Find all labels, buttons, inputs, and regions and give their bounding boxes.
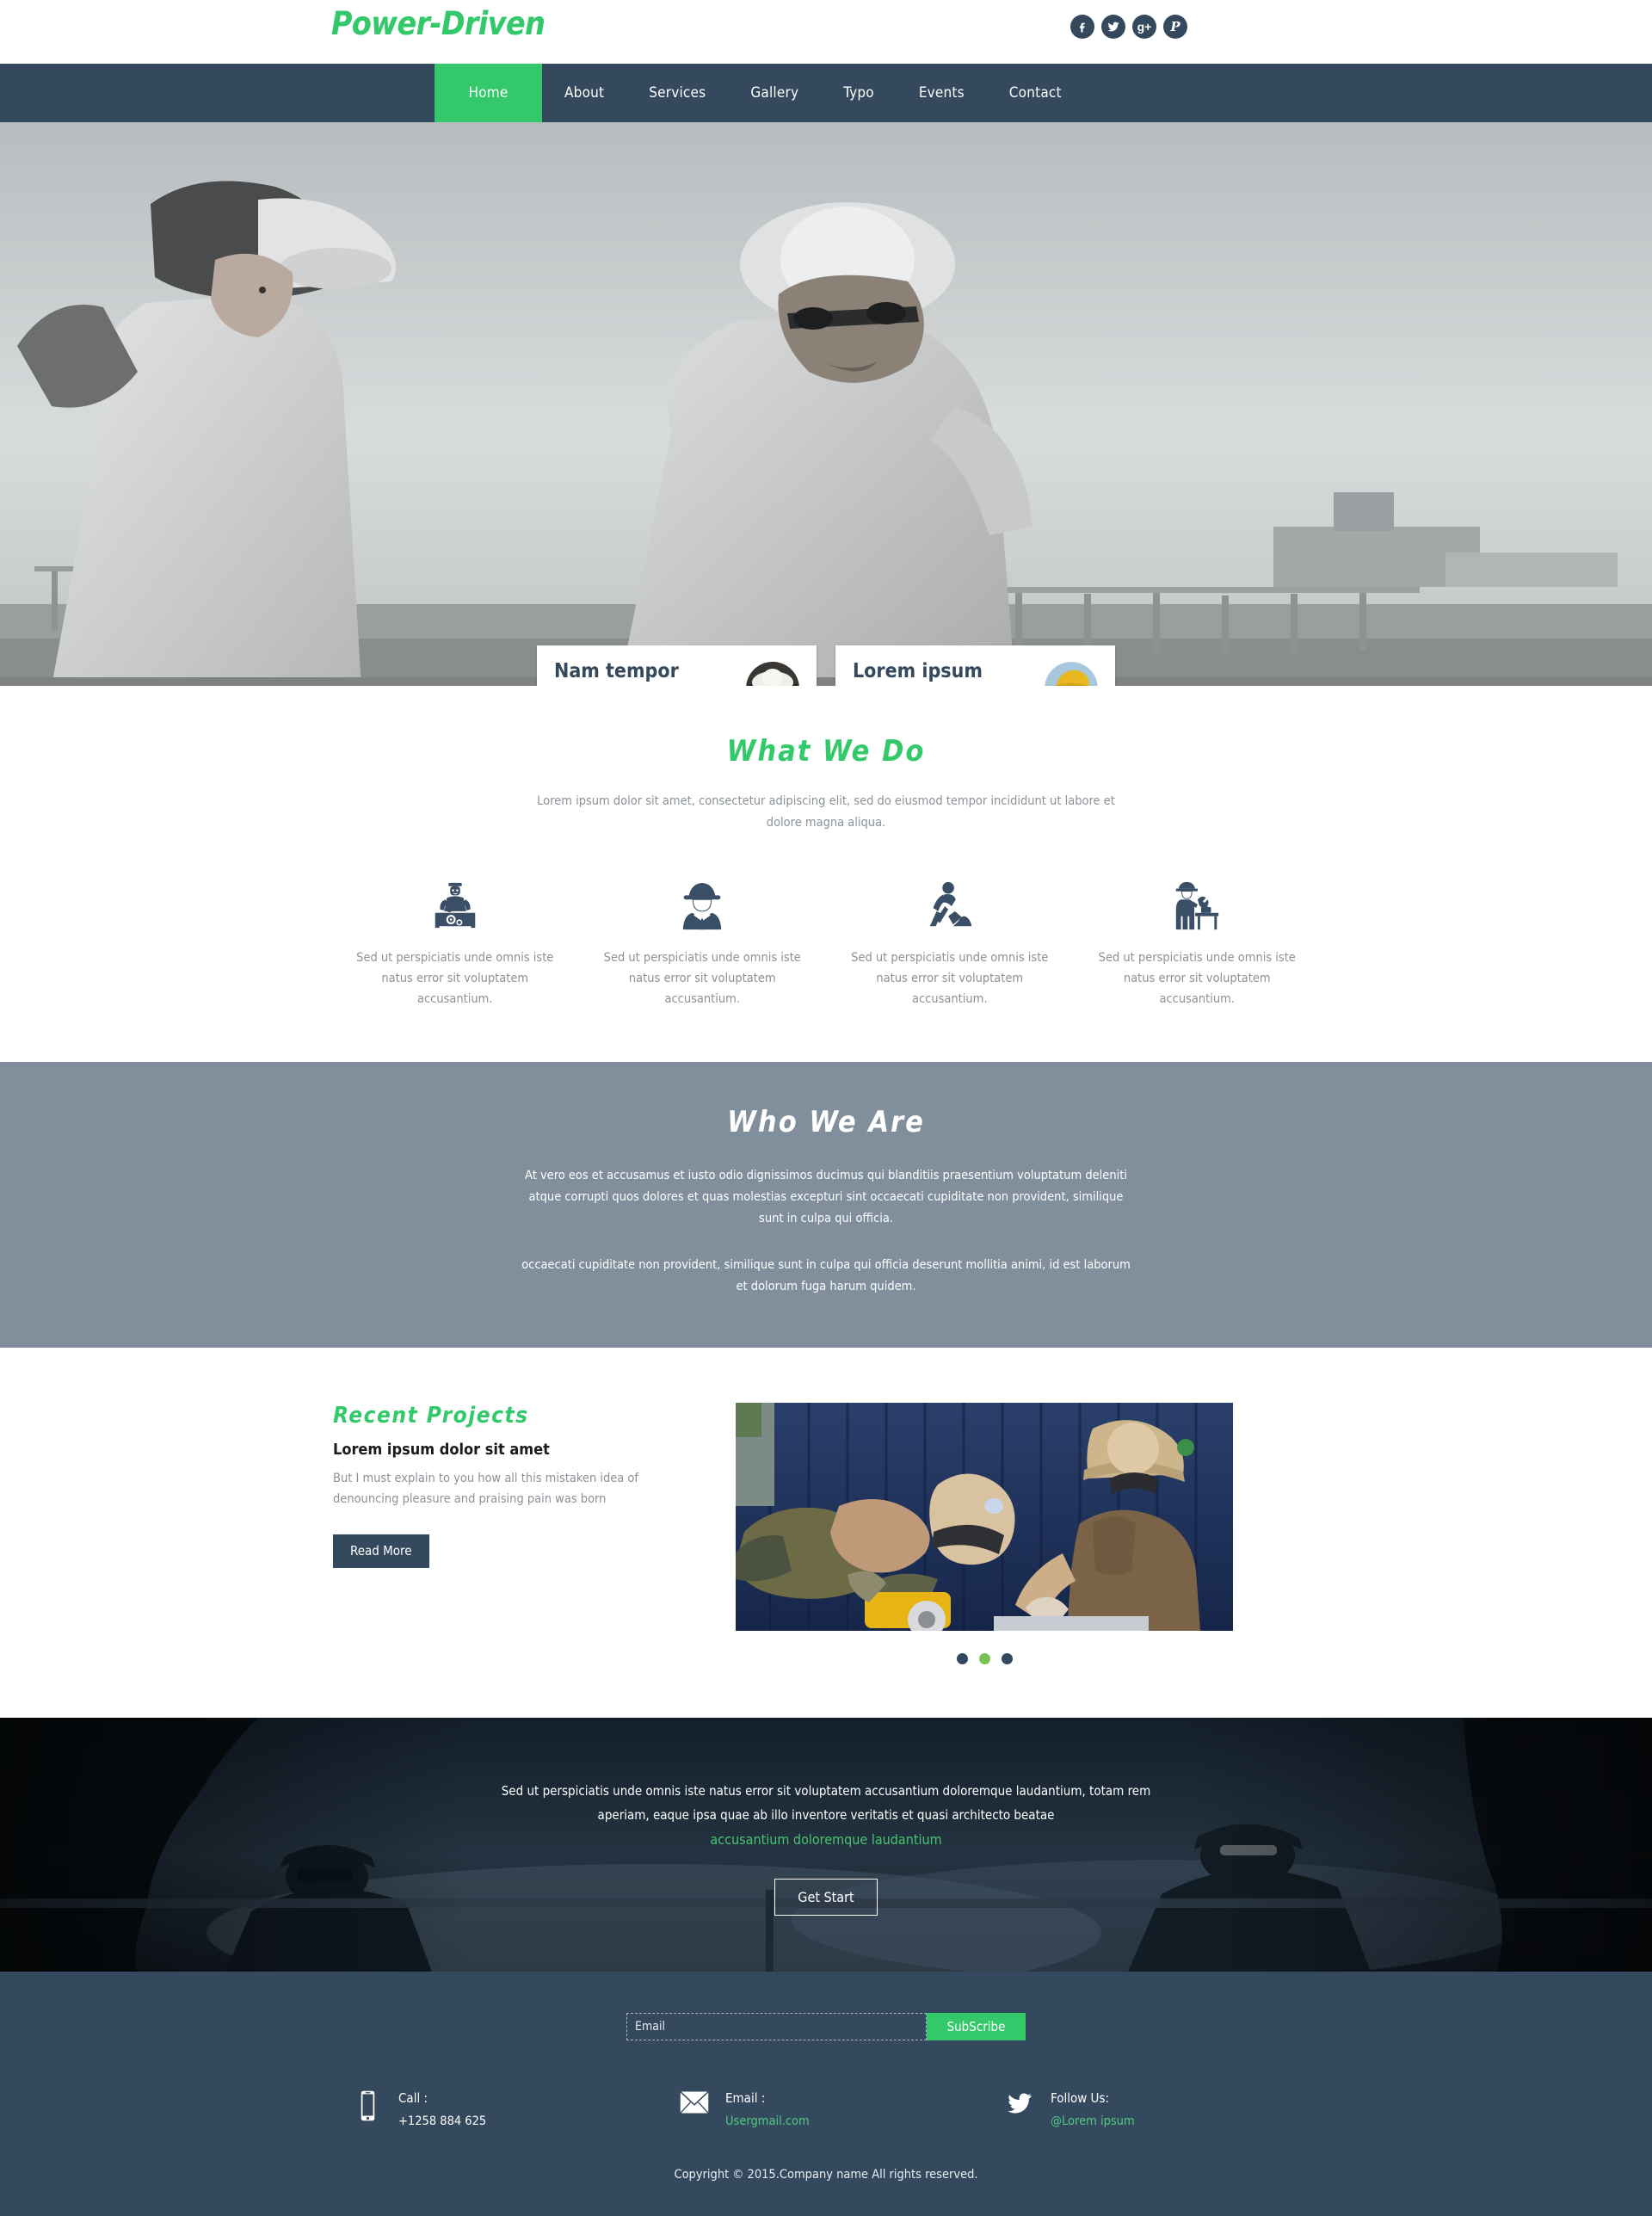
who-we-are-paragraph: occaecati cupiditate non provident, simi… [521,1257,1131,1294]
service-item[interactable]: Sed ut perspiciatis unde omnis iste natu… [579,876,827,1010]
nav-item-contact[interactable]: Contact [987,64,1084,122]
service-text: Sed ut perspiciatis unde omnis iste natu… [603,950,801,1006]
section-title: What We Do [726,734,926,769]
nav-label: Gallery [750,84,799,102]
contact-text: Follow Us: @Lorem ipsum [1051,2090,1135,2128]
contact-email: Email : Usergmail.com [669,2090,996,2128]
cta-content: Sed ut perspiciatis unde omnis iste natu… [499,1718,1153,1916]
site-footer: SubScribe Call : +1258 884 625 [0,1972,1652,2216]
call-to-action-section: Sed ut perspiciatis unde omnis iste natu… [0,1718,1652,1972]
service-text: Sed ut perspiciatis unde omnis iste natu… [1098,950,1296,1006]
hero-card-group: + Nam tempor Soluta nobis est [537,645,1115,686]
contact-value[interactable]: @Lorem ipsum [1051,2114,1135,2128]
nav-item-typo[interactable]: Typo [821,64,897,122]
twitter-bird-icon [1002,2090,1037,2116]
project-subtitle: Lorem ipsum dolor sit amet [333,1441,550,1460]
hero-card-header: Nam tempor Soluta nobis est [537,645,817,686]
hero-card[interactable]: Lorem ipsum Soluta nobis est [835,645,1115,686]
hero-banner: + Nam tempor Soluta nobis est [0,122,1652,686]
email-input[interactable] [626,2013,927,2041]
google-plus-icon[interactable]: g+ [1132,15,1156,39]
mechanic-workbench-icon [1089,876,1306,933]
page-root: Power-Driven g+ P Home About Services Ga… [0,0,1652,2216]
what-we-do-section: What We Do Lorem ipsum dolor sit amet, c… [0,686,1652,1062]
get-start-button[interactable]: Get Start [774,1878,878,1916]
service-text: Sed ut perspiciatis unde omnis iste natu… [356,950,554,1006]
mobile-phone-icon [350,2090,385,2121]
carousel-dot-active[interactable] [978,1653,990,1665]
subscribe-form: SubScribe [626,2013,1026,2041]
contact-text: Call : +1258 884 625 [398,2090,486,2128]
contact-label: Email : [725,2090,766,2107]
service-item[interactable]: Sed ut perspiciatis unde omnis iste natu… [331,876,579,1010]
envelope-icon [677,2090,712,2115]
hero-card-title: Lorem ipsum [853,660,983,682]
hero-card-text: Lorem ipsum Soluta nobis est [853,660,983,686]
nav-label: About [564,84,605,102]
who-we-are-section: Who We Are At vero eos et accusamus et i… [0,1061,1652,1349]
service-item[interactable]: Sed ut perspiciatis unde omnis iste natu… [826,876,1074,1010]
nav-label: Contact [1008,84,1062,102]
nav-item-home[interactable]: Home [435,64,542,122]
twitter-icon[interactable] [1101,15,1125,39]
contact-label: Call : [398,2090,428,2107]
pinterest-icon[interactable]: P [1163,15,1187,39]
section-title: Who We Are [727,1104,925,1139]
footer-contacts: Call : +1258 884 625 Email : Usergmail.c… [331,2090,1321,2128]
nav-label: Typo [843,84,874,102]
cta-paragraph: Sed ut perspiciatis unde omnis iste natu… [501,1783,1151,1824]
nav-item-gallery[interactable]: Gallery [728,64,821,122]
recent-projects-text: Recent Projects Lorem ipsum dolor sit am… [331,1403,736,1569]
nav-item-events[interactable]: Events [897,64,987,122]
engineer-suit-icon [595,876,811,933]
nav-label: Events [918,84,965,102]
carousel-dot[interactable] [956,1653,968,1665]
project-description: But I must explain to you how all this m… [333,1472,639,1507]
nav-item-services[interactable]: Services [626,64,728,122]
contact-value[interactable]: +1258 884 625 [398,2114,486,2128]
contact-value[interactable]: Usergmail.com [725,2114,810,2128]
contact-label: Follow Us: [1051,2090,1110,2107]
carousel-dots [736,1653,1233,1665]
service-item[interactable]: Sed ut perspiciatis unde omnis iste natu… [1074,876,1322,1010]
facebook-icon[interactable] [1070,15,1094,39]
copyright-text: Copyright © 2015.Company name All rights… [674,2168,978,2182]
nav-label: Home [468,84,509,102]
section-lead: Lorem ipsum dolor sit amet, consectetur … [537,794,1115,830]
contact-follow: Follow Us: @Lorem ipsum [996,2090,1321,2128]
carousel-dot[interactable] [1001,1653,1013,1665]
section-title: Recent Projects [333,1403,529,1429]
who-we-are-paragraph: At vero eos et accusamus et iusto odio d… [525,1168,1127,1226]
hero-card[interactable]: Nam tempor Soluta nobis est [537,645,817,686]
service-text: Sed ut perspiciatis unde omnis iste natu… [851,950,1049,1006]
worker-white-helmet-avatar [746,662,799,686]
site-logo[interactable]: Power-Driven [331,5,546,42]
digger-shovel-icon [841,876,1058,933]
hero-background-photo [0,122,1652,686]
subscribe-button[interactable]: SubScribe [927,2013,1026,2041]
project-photo[interactable] [736,1403,1233,1632]
main-navigation: Home About Services Gallery Typo Events … [0,64,1652,122]
worker-with-gears-icon [347,876,564,933]
cta-highlight: accusantium doloremque laudantium [710,1830,942,1848]
recent-projects-media [736,1403,1233,1665]
services-grid: Sed ut perspiciatis unde omnis iste natu… [331,876,1321,1010]
worker-yellow-helmet-avatar [1045,662,1098,686]
hero-card-header: Lorem ipsum Soluta nobis est [835,645,1115,686]
recent-projects-section: Recent Projects Lorem ipsum dolor sit am… [0,1348,1652,1719]
read-more-button[interactable]: Read More [333,1534,429,1569]
hero-card-text: Nam tempor Soluta nobis est [554,660,679,686]
contact-text: Email : Usergmail.com [725,2090,810,2128]
contact-call: Call : +1258 884 625 [331,2090,669,2128]
nav-label: Services [649,84,706,102]
top-bar: Power-Driven g+ P [0,0,1652,64]
hero-card-title: Nam tempor [554,660,679,682]
nav-item-about[interactable]: About [542,64,626,122]
social-links: g+ P [1070,15,1187,39]
